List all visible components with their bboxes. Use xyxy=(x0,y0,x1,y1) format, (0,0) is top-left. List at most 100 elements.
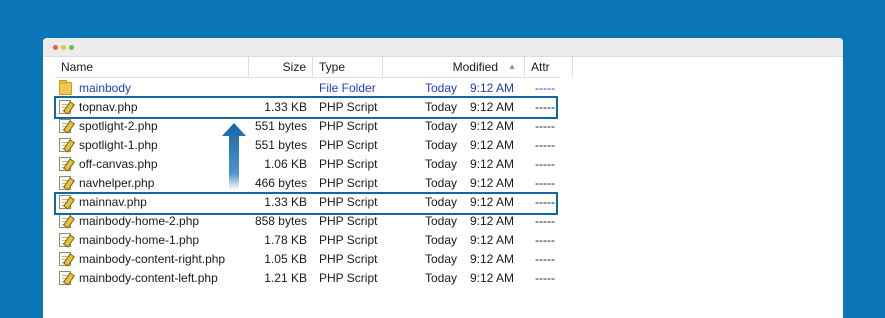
file-name: spotlight-2.php xyxy=(79,119,158,133)
file-modified-day: Today xyxy=(425,214,458,228)
file-modified-time: 9:12 AM xyxy=(470,195,515,209)
sort-ascending-icon: ▲ xyxy=(508,62,516,71)
file-name: navhelper.php xyxy=(79,176,155,190)
file-size: 1.33 KB xyxy=(264,195,307,209)
file-modified-day: Today xyxy=(425,252,458,266)
file-attributes: ----- xyxy=(535,271,555,285)
file-modified-time: 9:12 AM xyxy=(470,233,515,247)
minimize-window-button[interactable] xyxy=(61,45,66,50)
file-size: 466 bytes xyxy=(254,176,307,190)
column-header-size[interactable]: Size xyxy=(249,57,313,77)
php-file-icon-glyph xyxy=(59,252,71,266)
file-type: PHP Script xyxy=(319,214,378,228)
file-row[interactable]: mainnav.php 1.33 KB PHP Script Today 9:12 AM… xyxy=(55,193,560,212)
file-name: mainbody xyxy=(79,81,132,95)
file-size: 1.33 KB xyxy=(264,100,307,114)
php-file-icon-glyph xyxy=(59,271,71,285)
file-size: 1.78 KB xyxy=(264,233,307,247)
file-row[interactable]: mainbody-content-left.php 1.21 KB PHP Scri… xyxy=(55,269,560,288)
file-type: File Folder xyxy=(319,81,376,95)
file-type: PHP Script xyxy=(319,157,378,171)
php-file-icon xyxy=(59,157,73,172)
file-attributes: ----- xyxy=(535,119,555,133)
php-file-icon xyxy=(59,119,73,134)
file-modified-time: 9:12 AM xyxy=(470,81,515,95)
file-modified-time: 9:12 AM xyxy=(470,271,515,285)
up-arrow-icon xyxy=(222,123,246,190)
file-modified-day: Today xyxy=(425,271,458,285)
column-header-row: Name Size Type Modified ▲ Attr xyxy=(55,57,573,78)
file-modified-time: 9:12 AM xyxy=(470,252,515,266)
file-attributes: ----- xyxy=(535,195,555,209)
php-file-icon-glyph xyxy=(59,233,71,247)
file-size: 551 bytes xyxy=(254,119,307,133)
file-row[interactable]: spotlight-2.php 551 bytes PHP Script Today 9… xyxy=(55,117,560,136)
file-attributes: ----- xyxy=(535,176,555,190)
file-attributes: ----- xyxy=(535,157,555,171)
file-modified-day: Today xyxy=(425,176,458,190)
php-file-icon-glyph xyxy=(59,100,71,114)
file-attributes: ----- xyxy=(535,214,555,228)
title-bar xyxy=(43,38,843,57)
file-modified-day: Today xyxy=(425,81,458,95)
file-list: mainbody File Folder Today 9:12 AM ----- topn… xyxy=(55,79,560,288)
file-type: PHP Script xyxy=(319,119,378,133)
php-file-icon-glyph xyxy=(59,157,71,171)
file-modified-day: Today xyxy=(425,233,458,247)
folder-row[interactable]: mainbody File Folder Today 9:12 AM ----- xyxy=(55,79,560,98)
close-window-button[interactable] xyxy=(53,45,58,50)
file-row[interactable]: mainbody-home-1.php 1.78 KB PHP Script Toda… xyxy=(55,231,560,250)
php-file-icon-glyph xyxy=(59,176,71,190)
file-type: PHP Script xyxy=(319,195,378,209)
file-modified-day: Today xyxy=(425,119,458,133)
file-row[interactable]: mainbody-home-2.php 858 bytes PHP Script To… xyxy=(55,212,560,231)
file-modified-day: Today xyxy=(425,195,458,209)
file-modified-time: 9:12 AM xyxy=(470,214,515,228)
file-size: 858 bytes xyxy=(254,214,307,228)
file-name: off-canvas.php xyxy=(79,157,158,171)
file-name: mainbody-home-1.php xyxy=(79,233,200,247)
file-name: mainbody-content-right.php xyxy=(79,252,226,266)
file-size: 1.05 KB xyxy=(264,252,307,266)
file-modified-time: 9:12 AM xyxy=(470,138,515,152)
php-file-icon xyxy=(59,252,73,267)
column-header-type[interactable]: Type xyxy=(313,57,383,77)
file-name: mainbody-home-2.php xyxy=(79,214,200,228)
file-row[interactable]: topnav.php 1.33 KB PHP Script Today 9:12 AM -… xyxy=(55,98,560,117)
file-row[interactable]: off-canvas.php 1.06 KB PHP Script Today 9:12… xyxy=(55,155,560,174)
php-file-icon xyxy=(59,233,73,248)
php-file-icon xyxy=(59,176,73,191)
file-modified-day: Today xyxy=(425,157,458,171)
file-type: PHP Script xyxy=(319,233,378,247)
file-modified-time: 9:12 AM xyxy=(470,100,515,114)
php-file-icon xyxy=(59,138,73,153)
file-row[interactable]: navhelper.php 466 bytes PHP Script Today 9:1… xyxy=(55,174,560,193)
column-header-attr[interactable]: Attr xyxy=(525,57,573,77)
php-file-icon xyxy=(59,100,73,115)
maximize-window-button[interactable] xyxy=(69,45,74,50)
column-header-name[interactable]: Name xyxy=(55,57,249,77)
file-name: topnav.php xyxy=(79,100,138,114)
file-name: mainbody-content-left.php xyxy=(79,271,218,285)
file-type: PHP Script xyxy=(319,138,378,152)
file-modified-day: Today xyxy=(425,100,458,114)
file-type: PHP Script xyxy=(319,252,378,266)
folder-icon-glyph xyxy=(59,80,72,95)
php-file-icon xyxy=(59,195,73,210)
file-row[interactable]: spotlight-1.php 551 bytes PHP Script Today 9… xyxy=(55,136,560,155)
file-attributes: ----- xyxy=(535,138,555,152)
column-header-modified[interactable]: Modified ▲ xyxy=(383,57,525,77)
php-file-icon xyxy=(59,271,73,286)
file-row[interactable]: mainbody-content-right.php 1.05 KB PHP Scr… xyxy=(55,250,560,269)
file-attributes: ----- xyxy=(535,100,555,114)
file-modified-time: 9:12 AM xyxy=(470,119,515,133)
file-type: PHP Script xyxy=(319,271,378,285)
file-name: mainnav.php xyxy=(79,195,147,209)
file-size: 1.21 KB xyxy=(264,271,307,285)
php-file-icon xyxy=(59,214,73,229)
php-file-icon-glyph xyxy=(59,138,71,152)
file-manager-window: Name Size Type Modified ▲ Attr mainbody F… xyxy=(43,38,843,318)
file-type: PHP Script xyxy=(319,176,378,190)
file-modified-day: Today xyxy=(425,138,458,152)
php-file-icon-glyph xyxy=(59,195,71,209)
